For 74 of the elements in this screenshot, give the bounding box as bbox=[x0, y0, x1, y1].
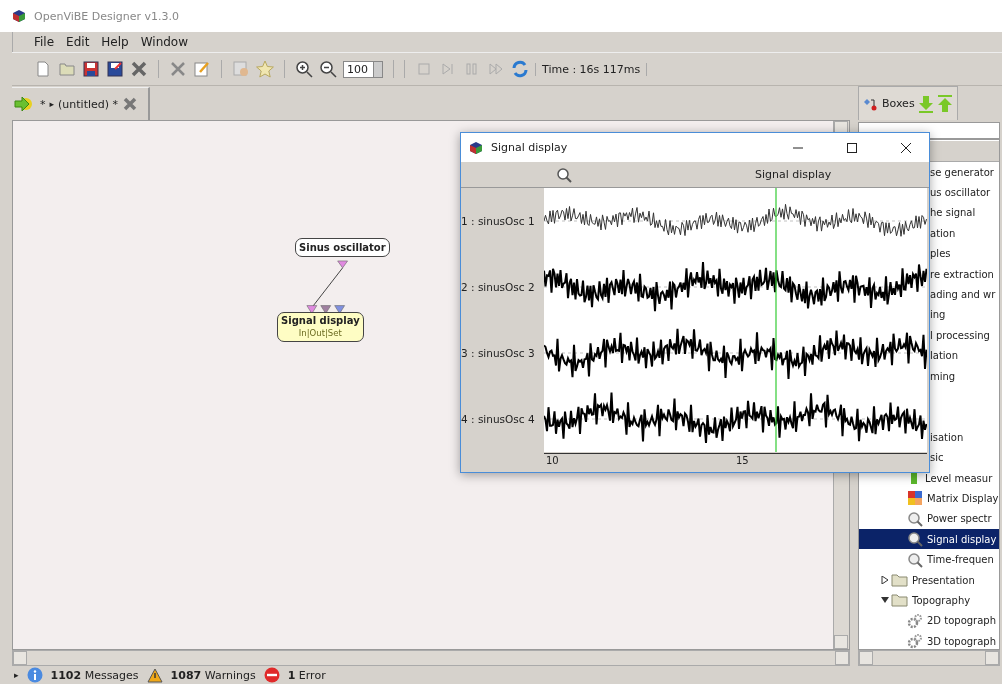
tree-item[interactable]: he signal bbox=[930, 207, 976, 219]
scenario-box[interactable]: Sinus oscillator bbox=[295, 238, 390, 257]
error-count: 1 Error bbox=[287, 668, 326, 682]
folder-icon bbox=[891, 573, 908, 587]
time-tick-label: 15 bbox=[736, 455, 749, 466]
message-count: 1102 Messages bbox=[50, 668, 139, 682]
settings-connector[interactable] bbox=[334, 305, 345, 314]
refresh-icon[interactable] bbox=[511, 60, 529, 78]
zoom-out-icon[interactable] bbox=[319, 60, 337, 78]
warning-count: 1087 Warnings bbox=[170, 668, 256, 682]
window-title: OpenViBE Designer v1.3.0 bbox=[34, 9, 179, 23]
tree-item[interactable]: Power spectr bbox=[923, 513, 992, 525]
time-tick-label: 10 bbox=[546, 455, 559, 466]
tree-item[interactable]: ples bbox=[930, 248, 951, 260]
magnifier-icon bbox=[907, 551, 923, 568]
matrix-icon bbox=[907, 490, 923, 507]
menu-item[interactable]: File bbox=[33, 35, 56, 49]
menu-item[interactable]: Edit bbox=[65, 35, 91, 49]
tree-item[interactable]: 3D topograph bbox=[923, 635, 997, 647]
star-icon[interactable] bbox=[256, 60, 274, 78]
close-icon[interactable] bbox=[901, 142, 911, 153]
collapse-arrow-icon[interactable] bbox=[881, 596, 889, 605]
tree-item[interactable]: l processing bbox=[930, 329, 990, 341]
app-cube-icon bbox=[469, 140, 483, 155]
tree-item[interactable]: lation bbox=[930, 350, 959, 362]
tree-item[interactable]: ading and wr bbox=[930, 289, 996, 301]
open-folder-icon[interactable] bbox=[58, 60, 76, 78]
tree-item[interactable]: re extraction bbox=[930, 268, 994, 280]
tree-item[interactable]: sic bbox=[930, 452, 944, 464]
tree-item[interactable]: ming bbox=[930, 370, 956, 382]
tree-item[interactable]: Level measur bbox=[921, 472, 993, 484]
scenario-tab[interactable]: * ▸ (untitled) * bbox=[12, 87, 151, 120]
input-connector[interactable] bbox=[306, 305, 318, 314]
tree-item[interactable]: isation bbox=[930, 431, 964, 443]
magnifier-icon bbox=[907, 510, 923, 527]
tree-item[interactable]: 2D topograph bbox=[923, 615, 997, 627]
gears-icon bbox=[907, 612, 923, 629]
channel-label: 2 : sinusOsc 2 bbox=[461, 280, 536, 295]
expand-arrow-icon[interactable] bbox=[881, 576, 889, 584]
window-title: Signal display bbox=[491, 141, 568, 154]
maximize-icon[interactable] bbox=[847, 142, 857, 153]
menu-item[interactable]: Window bbox=[139, 35, 190, 49]
magnifier-icon bbox=[907, 531, 923, 548]
channel-label: 4 : sinusOsc 4 bbox=[461, 412, 536, 427]
tree-item[interactable]: ation bbox=[930, 227, 956, 239]
save-as-icon[interactable] bbox=[106, 60, 124, 78]
zoom-in-icon[interactable] bbox=[295, 60, 313, 78]
channel-label: 3 : sinusOsc 3 bbox=[461, 346, 536, 361]
time-display: Time : 16s 117ms bbox=[535, 62, 648, 76]
folder-icon bbox=[891, 593, 908, 608]
scenario-box[interactable]: Signal display In|Out|Set bbox=[277, 312, 364, 342]
edit-icon[interactable] bbox=[193, 60, 211, 78]
error-icon bbox=[263, 667, 280, 683]
tree-item[interactable]: Time-frequen bbox=[923, 554, 994, 566]
horizontal-scrollbar[interactable] bbox=[12, 650, 850, 666]
zoom-icon[interactable] bbox=[556, 166, 572, 183]
output-connector[interactable] bbox=[320, 305, 331, 314]
zoom-field[interactable]: 100 bbox=[343, 60, 383, 78]
tree-item[interactable]: us oscillator bbox=[930, 187, 991, 199]
new-file-icon[interactable] bbox=[34, 60, 52, 78]
app-cube-icon bbox=[12, 9, 26, 23]
info-icon bbox=[26, 667, 43, 683]
horizontal-scrollbar[interactable] bbox=[858, 650, 1000, 666]
menu-item[interactable]: Help bbox=[100, 35, 130, 49]
tree-item[interactable]: se generator bbox=[930, 166, 994, 178]
warning-icon bbox=[146, 667, 163, 683]
channel-label: 1 : sinusOsc 1 bbox=[461, 214, 536, 229]
tree-item[interactable]: Matrix Display bbox=[923, 492, 999, 504]
save-icon[interactable] bbox=[82, 60, 100, 78]
tree-item[interactable]: Topography bbox=[908, 594, 971, 606]
tree-item[interactable]: Presentation bbox=[908, 574, 975, 586]
display-header: Signal display bbox=[755, 168, 832, 181]
tree-item[interactable]: ing bbox=[930, 309, 946, 321]
expand-arrow[interactable]: ▸ bbox=[14, 670, 19, 680]
